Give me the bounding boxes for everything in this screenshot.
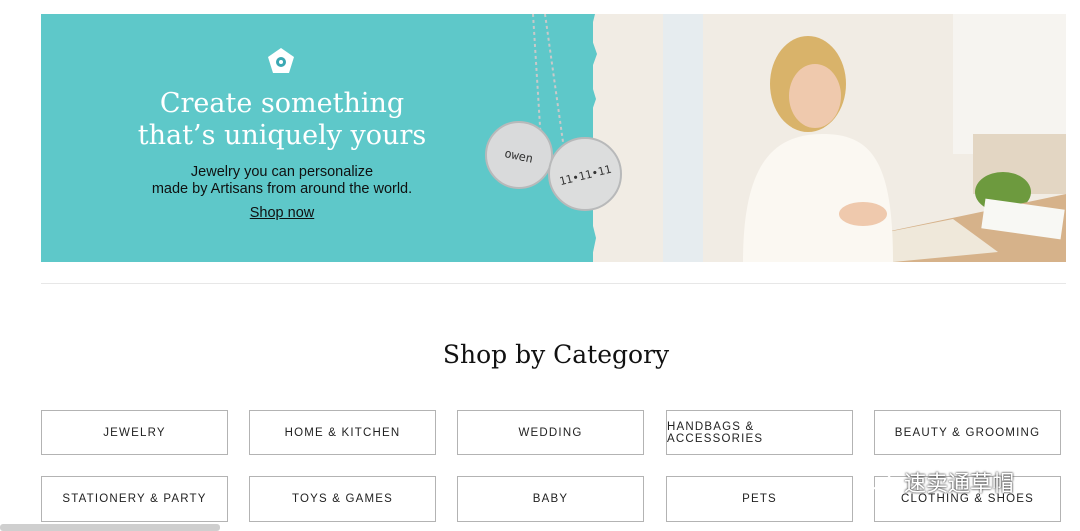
section-divider [41, 283, 1066, 284]
category-jewelry[interactable]: JEWELRY [41, 410, 228, 455]
category-pets[interactable]: PETS [666, 476, 853, 522]
category-toys-games[interactable]: TOYS & GAMES [249, 476, 436, 522]
watermark: 速卖通草帽 [866, 466, 1014, 498]
shop-now-link[interactable]: Shop now [41, 205, 523, 221]
pendant-necklace-image: owen 11•11•11 [485, 14, 622, 211]
hero-headline-line1: Create something [159, 88, 405, 119]
watermark-text: 速卖通草帽 [904, 471, 1015, 496]
category-home-kitchen[interactable]: HOME & KITCHEN [249, 410, 436, 455]
section-title: Shop by Category [442, 340, 670, 369]
category-wedding[interactable]: WEDDING [457, 410, 644, 455]
artisan-photo [593, 14, 1066, 262]
category-handbags-accessories[interactable]: HANDBAGS & ACCESSORIES [666, 410, 853, 455]
hero-banner[interactable]: Create something that’s uniquely yours J… [41, 14, 1066, 262]
category-baby[interactable]: BABY [457, 476, 644, 522]
hero-subtext-line1: Jewelry you can personalize [190, 164, 374, 180]
hero-headline-line2: that’s uniquely yours [137, 120, 427, 151]
wechat-icon [867, 470, 898, 493]
category-beauty-grooming[interactable]: BEAUTY & GROOMING [874, 410, 1061, 455]
artisan-logo-icon [268, 48, 294, 73]
horizontal-scrollbar[interactable] [0, 524, 220, 531]
category-stationery-party[interactable]: STATIONERY & PARTY [41, 476, 228, 522]
hero-subtext-line2: made by Artisans from around the world. [151, 181, 413, 197]
